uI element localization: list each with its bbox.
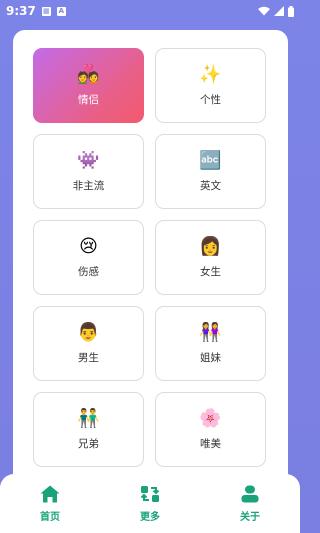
category-label: 英文 <box>200 179 221 192</box>
person-icon <box>241 485 259 502</box>
woman-icon: 👩 <box>199 235 222 257</box>
category-label: 唯美 <box>200 437 221 450</box>
category-tile-english[interactable]: 🔤 英文 <box>155 134 266 209</box>
two-women-icon: 👭 <box>199 321 222 343</box>
abc-icon: 🔤 <box>199 149 222 171</box>
cherry-blossom-icon: 🌸 <box>199 407 222 429</box>
category-tile-sad[interactable]: 😢 伤感 <box>33 220 144 295</box>
wifi-icon <box>258 6 270 16</box>
category-label: 情侣 <box>78 93 99 106</box>
status-bar: 9:37 ▦ A <box>0 0 300 22</box>
tab-label: 首页 <box>40 511 60 523</box>
category-label: 个性 <box>200 93 221 106</box>
category-grid: 💑 情侣 ✨ 个性 👾 非主流 🔤 英文 😢 伤感 👩 女生 👨 男生 👭 姐妹… <box>33 48 266 467</box>
category-label: 非主流 <box>72 179 105 192</box>
category-card: 💑 情侣 ✨ 个性 👾 非主流 🔤 英文 😢 伤感 👩 女生 👨 男生 👭 姐妹… <box>13 30 288 490</box>
text-notification-icon: A <box>56 6 66 16</box>
category-tile-boy[interactable]: 👨 男生 <box>33 306 144 381</box>
category-tile-brothers[interactable]: 👬 兄弟 <box>33 392 144 467</box>
tab-label: 关于 <box>240 511 260 523</box>
category-tile-couple[interactable]: 💑 情侣 <box>33 48 144 123</box>
refresh-icon <box>140 485 160 502</box>
tab-label: 更多 <box>140 511 160 523</box>
category-label: 伤感 <box>78 265 99 278</box>
category-label: 兄弟 <box>78 437 99 450</box>
tab-home[interactable]: 首页 <box>10 485 90 523</box>
sparkles-icon: ✨ <box>199 63 222 85</box>
tab-more[interactable]: 更多 <box>110 485 190 523</box>
bottom-tab-bar: 首页 更多 关于 <box>0 474 300 533</box>
status-time: 9:37 <box>6 4 36 18</box>
category-tile-personality[interactable]: ✨ 个性 <box>155 48 266 123</box>
couple-icon: 💑 <box>77 63 100 85</box>
gallery-notification-icon: ▦ <box>41 6 51 16</box>
signal-icon <box>274 6 284 16</box>
category-label: 女生 <box>200 265 221 278</box>
category-label: 男生 <box>78 351 99 364</box>
crying-face-icon: 😢 <box>79 235 98 257</box>
home-icon <box>40 485 60 502</box>
category-tile-alternative[interactable]: 👾 非主流 <box>33 134 144 209</box>
two-men-icon: 👬 <box>77 407 100 429</box>
category-tile-girl[interactable]: 👩 女生 <box>155 220 266 295</box>
category-tile-sisters[interactable]: 👭 姐妹 <box>155 306 266 381</box>
space-invader-icon: 👾 <box>77 149 100 171</box>
category-label: 姐妹 <box>200 351 221 364</box>
category-tile-aesthetic[interactable]: 🌸 唯美 <box>155 392 266 467</box>
tab-about[interactable]: 关于 <box>210 485 290 523</box>
battery-icon <box>288 5 294 17</box>
man-icon: 👨 <box>77 321 100 343</box>
